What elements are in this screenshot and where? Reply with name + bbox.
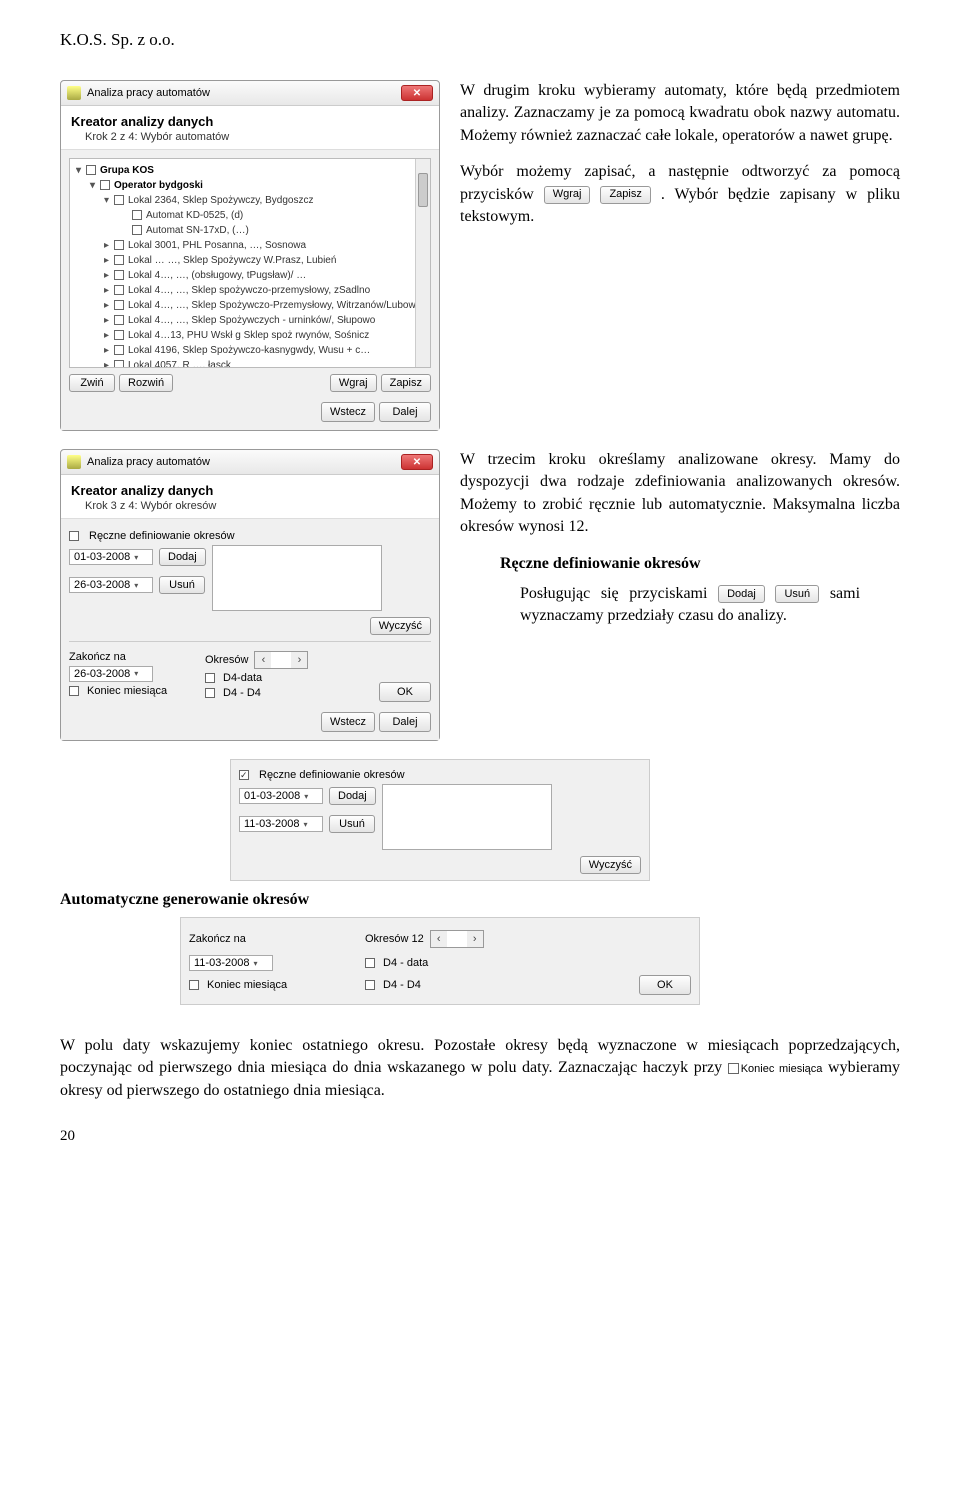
window-title: Analiza pracy automatów <box>87 456 401 468</box>
tree-root[interactable]: Grupa KOS <box>100 165 154 176</box>
remove-button[interactable]: Usuń <box>329 815 375 833</box>
app-icon <box>67 86 81 100</box>
tree-item[interactable]: Lokal 4…13, PHU Wskł g Sklep spoż rwynów… <box>128 330 369 341</box>
collapse-button[interactable]: Zwiń <box>69 374 115 392</box>
d4-data-checkbox[interactable]: D4 - data <box>365 957 428 969</box>
page-number: 20 <box>60 1128 900 1145</box>
label-end-on: Zakończ na <box>69 651 199 663</box>
tree-item[interactable]: Lokal 4…, …, (obsługowy, tPugsław)/ … <box>128 270 306 281</box>
load-button-inline[interactable]: Wgraj <box>544 186 591 204</box>
periods-spinner[interactable]: ‹ › <box>254 651 308 669</box>
heading-manual: Ręczne definiowanie okresów <box>500 553 900 575</box>
titlebar: Analiza pracy automatów ✕ <box>61 450 439 475</box>
paragraph: W polu daty wskazujemy koniec ostatniego… <box>60 1035 900 1102</box>
tree-item[interactable]: Automat KD-0525, (d) <box>146 210 243 221</box>
wizard-window-step2: Analiza pracy automatów ✕ Kreator analiz… <box>60 80 440 431</box>
wizard-step: Krok 2 z 4: Wybór automatów <box>85 131 429 143</box>
next-button[interactable]: Dalej <box>379 712 431 732</box>
tree-item[interactable]: Lokal 4…, …, Sklep Spożywczych - urninkó… <box>128 315 375 326</box>
label-periods: Okresów 12 <box>365 933 424 945</box>
ok-button[interactable]: OK <box>639 975 691 995</box>
paragraph: Posługując się przyciskami Dodaj Usuń sa… <box>520 583 860 628</box>
automat-tree[interactable]: ▾Grupa KOS ▾Operator bydgoski ▾Lokal 236… <box>69 158 431 368</box>
save-button-inline[interactable]: Zapisz <box>600 186 650 204</box>
wizard-title: Kreator analizy danych <box>71 114 429 129</box>
d4-d4-checkbox[interactable]: D4 - D4 <box>205 687 373 699</box>
tree-item[interactable]: Lokal 3001, PHL Posanna, …, Sosnowa <box>128 240 306 251</box>
back-button[interactable]: Wstecz <box>321 712 375 732</box>
date-input-end[interactable]: 11-03-2008▾ <box>189 955 273 971</box>
date-input[interactable]: 01-03-2008▾ <box>69 549 153 565</box>
tree-item[interactable]: Lokal 4…, …, Sklep spożywczo-przemysłowy… <box>128 285 370 296</box>
add-button[interactable]: Dodaj <box>159 548 206 566</box>
expand-button[interactable]: Rozwiń <box>119 374 173 392</box>
clear-button[interactable]: Wyczyść <box>580 856 641 874</box>
clear-button[interactable]: Wyczyść <box>370 617 431 635</box>
auto-panel: Zakończ na Okresów 12 ‹ › 11-03-2008▾ D4… <box>180 917 700 1005</box>
label-end-on: Zakończ na <box>189 933 359 945</box>
load-button[interactable]: Wgraj <box>330 374 377 392</box>
tree-item[interactable]: Lokal 4…, …, Sklep Spożywczo-Przemysłowy… <box>128 300 421 311</box>
tree-item[interactable]: Lokal … …, Sklep Spożywczy W.Prasz, Lubi… <box>128 255 336 266</box>
periods-list[interactable] <box>212 545 382 611</box>
tree-item[interactable]: Lokal 4196, Sklep Spożywczo-kasnygwdy, W… <box>128 345 370 356</box>
back-button[interactable]: Wstecz <box>321 402 375 422</box>
window-title: Analiza pracy automatów <box>87 87 401 99</box>
date-input[interactable]: 01-03-2008▾ <box>239 788 323 804</box>
tree-item[interactable]: Lokal 4057, R …, łasck <box>128 360 231 368</box>
add-button-inline[interactable]: Dodaj <box>718 585 765 603</box>
close-icon[interactable]: ✕ <box>401 454 433 470</box>
titlebar: Analiza pracy automatów ✕ <box>61 81 439 106</box>
next-button[interactable]: Dalej <box>379 402 431 422</box>
manual-define-checkbox[interactable]: Ręczne definiowanie okresów <box>69 530 431 542</box>
end-of-month-checkbox[interactable]: Koniec miesiąca <box>69 685 199 697</box>
app-icon <box>67 455 81 469</box>
periods-spinner[interactable]: ‹ › <box>430 930 484 948</box>
scrollbar[interactable] <box>415 159 430 367</box>
tree-item[interactable]: Automat SN-17xD, (…) <box>146 225 249 236</box>
close-icon[interactable]: ✕ <box>401 85 433 101</box>
remove-button-inline[interactable]: Usuń <box>775 585 819 603</box>
paragraph: W trzecim kroku określamy analizowane ok… <box>460 449 900 539</box>
date-input-end[interactable]: 26-03-2008▾ <box>69 666 153 682</box>
paragraph: W drugim kroku wybieramy automaty, które… <box>460 80 900 147</box>
company-name: K.O.S. Sp. z o.o. <box>60 30 900 50</box>
date-input[interactable]: 11-03-2008▾ <box>239 816 323 832</box>
date-input[interactable]: 26-03-2008▾ <box>69 577 153 593</box>
wizard-step: Krok 3 z 4: Wybór okresów <box>85 500 429 512</box>
label-periods: Okresów <box>205 654 248 666</box>
ok-button[interactable]: OK <box>379 682 431 702</box>
tree-operator[interactable]: Operator bydgoski <box>114 180 203 191</box>
wizard-window-step3: Analiza pracy automatów ✕ Kreator analiz… <box>60 449 440 741</box>
periods-list[interactable] <box>382 784 552 850</box>
manual-panel: Ręczne definiowanie okresów 01-03-2008▾ … <box>230 759 650 881</box>
wizard-title: Kreator analizy danych <box>71 483 429 498</box>
end-of-month-checkbox[interactable]: Koniec miesiąca <box>189 979 359 991</box>
d4-d4-checkbox[interactable]: D4 - D4 <box>365 979 421 991</box>
tree-item[interactable]: Lokal 2364, Sklep Spożywczy, Bydgoszcz <box>128 195 313 206</box>
paragraph: Wybór możemy zapisać, a następnie odtwor… <box>460 161 900 228</box>
save-button[interactable]: Zapisz <box>381 374 431 392</box>
add-button[interactable]: Dodaj <box>329 787 376 805</box>
heading-auto: Automatyczne generowanie okresów <box>60 891 900 909</box>
remove-button[interactable]: Usuń <box>159 576 205 594</box>
checkbox-icon <box>728 1063 739 1074</box>
d4-data-checkbox[interactable]: D4-data <box>205 672 373 684</box>
manual-define-checkbox[interactable]: Ręczne definiowanie okresów <box>239 769 641 781</box>
